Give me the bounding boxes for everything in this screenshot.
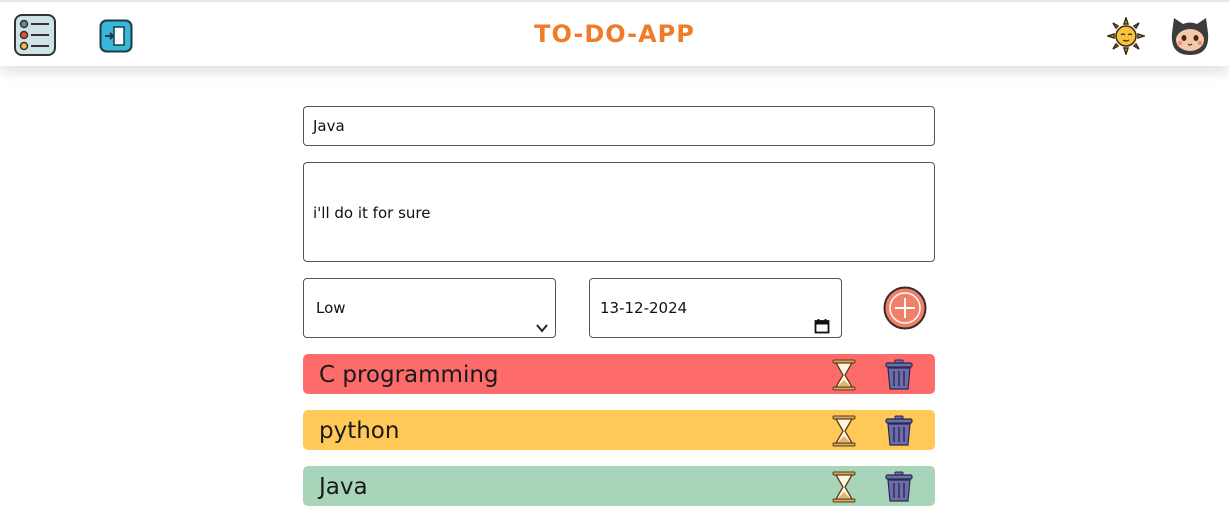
task-name: C programming: [319, 362, 499, 388]
task-item: Java: [303, 466, 935, 506]
sun-icon[interactable]: [1105, 15, 1147, 57]
task-title-input[interactable]: Java: [303, 106, 935, 146]
hourglass-icon[interactable]: [830, 415, 858, 447]
chevron-down-icon: [535, 301, 549, 359]
task-item: C programming: [303, 354, 935, 394]
app-header: TO-DO-APP: [0, 0, 1229, 66]
add-task-button[interactable]: [883, 286, 927, 330]
due-date-value: 13-12-2024: [600, 299, 688, 317]
trash-icon[interactable]: [884, 415, 914, 446]
task-name: Java: [319, 474, 368, 500]
task-name: python: [319, 418, 400, 444]
due-date-input[interactable]: 13-12-2024: [589, 278, 842, 338]
trash-icon[interactable]: [884, 359, 914, 390]
priority-select[interactable]: Low: [303, 278, 556, 338]
app-title: TO-DO-APP: [534, 20, 695, 48]
task-description-input[interactable]: i'll do it for sure: [303, 162, 935, 262]
github-octocat-icon[interactable]: [1168, 15, 1212, 57]
hourglass-icon[interactable]: [830, 471, 858, 503]
plus-circle-icon: [883, 286, 927, 330]
priority-selected-value: Low: [316, 299, 346, 317]
trash-icon[interactable]: [884, 471, 914, 502]
task-item: python: [303, 410, 935, 450]
calendar-icon[interactable]: [814, 300, 830, 358]
hourglass-icon[interactable]: [830, 359, 858, 391]
